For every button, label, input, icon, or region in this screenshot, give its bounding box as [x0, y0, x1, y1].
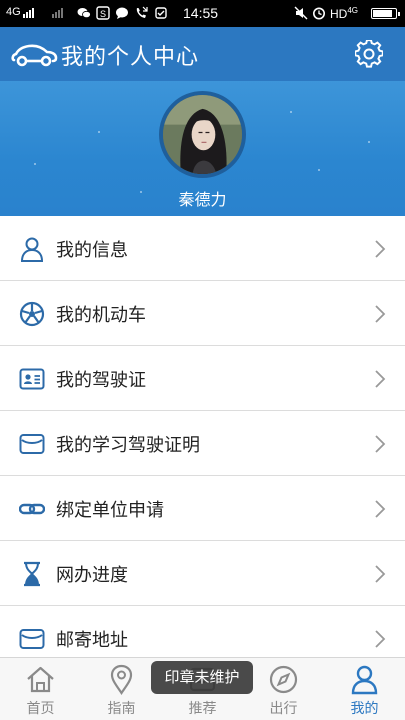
decor-star [318, 169, 320, 171]
notification-icon [155, 7, 167, 19]
car-logo-icon [11, 44, 58, 67]
message-icon [116, 7, 128, 19]
hourglass-icon [24, 561, 40, 587]
battery-fill [373, 10, 392, 17]
nav-item-mine[interactable]: 我的 [324, 658, 405, 720]
location-pin-icon [110, 664, 133, 695]
menu-item-label: 我的机动车 [56, 305, 146, 326]
hd-4g-label: 4G [347, 6, 359, 15]
nav-item-travel[interactable]: 出行 [243, 658, 324, 720]
user-icon [351, 665, 378, 695]
menu-item-label: 我的驾驶证 [56, 370, 146, 391]
envelope-icon [19, 434, 45, 454]
id-card-icon [19, 368, 45, 390]
chevron-right-icon [375, 565, 386, 583]
menu-item-label: 邮寄地址 [56, 630, 128, 651]
status-bar: 4G S 14:55 HD4G [0, 0, 405, 27]
chevron-right-icon [375, 630, 386, 648]
compass-icon [269, 665, 298, 694]
chevron-right-icon [375, 435, 386, 453]
home-icon [27, 666, 54, 693]
profile-banner: 秦德力 [0, 81, 405, 216]
decor-star [98, 131, 100, 133]
link-icon [19, 503, 45, 515]
nav-label: 指南 [107, 701, 136, 717]
signal-icon [23, 8, 34, 18]
nav-label: 推荐 [188, 701, 217, 717]
user-icon [20, 237, 44, 262]
menu-item-progress[interactable]: 网办进度 [0, 541, 405, 606]
menu-item-label: 我的信息 [56, 240, 128, 261]
alarm-icon [313, 7, 325, 20]
username: 秦德力 [178, 190, 227, 209]
menu-item-my-info[interactable]: 我的信息 [0, 216, 405, 281]
toast-message: 印章未维护 [151, 661, 253, 694]
decor-star [34, 163, 36, 165]
menu-item-label: 网办进度 [56, 565, 128, 586]
s-app-icon: S [96, 6, 110, 20]
chevron-right-icon [375, 240, 386, 258]
menu-item-label: 我的学习驾驶证明 [56, 435, 200, 456]
wechat-icon [77, 8, 91, 19]
nav-label: 首页 [26, 701, 55, 717]
status-time: 14:55 [183, 5, 219, 21]
gear-icon[interactable] [355, 40, 383, 68]
page-title: 我的个人中心 [61, 45, 200, 70]
menu-item-label: 绑定单位申请 [56, 500, 164, 521]
envelope-icon [19, 629, 45, 649]
hd-label: HD [330, 7, 348, 21]
battery-icon [371, 8, 400, 19]
chevron-right-icon [375, 370, 386, 388]
chevron-right-icon [375, 500, 386, 518]
nav-item-guide[interactable]: 指南 [81, 658, 162, 720]
network-hd-label: HD4G [330, 6, 358, 21]
menu-list: 我的信息 我的机动车 我的驾驶证 我的学习驾驶证明 绑定单位申请 网办进度 邮寄… [0, 216, 405, 671]
missed-call-icon [136, 6, 148, 18]
app-header: 我的个人中心 [0, 27, 405, 81]
nav-item-home[interactable]: 首页 [0, 658, 81, 720]
chevron-right-icon [375, 305, 386, 323]
steering-wheel-icon [19, 301, 45, 327]
nav-label: 出行 [269, 701, 298, 717]
network-type-label: 4G [6, 6, 21, 18]
menu-item-my-license[interactable]: 我的驾驶证 [0, 346, 405, 411]
user-avatar[interactable] [159, 91, 246, 178]
menu-item-learning-permit[interactable]: 我的学习驾驶证明 [0, 411, 405, 476]
decor-star [368, 141, 370, 143]
signal-icon [52, 8, 63, 18]
avatar-image [163, 95, 242, 174]
nav-label: 我的 [350, 701, 379, 717]
menu-item-my-vehicle[interactable]: 我的机动车 [0, 281, 405, 346]
menu-item-bind-organization[interactable]: 绑定单位申请 [0, 476, 405, 541]
svg-text:S: S [100, 9, 106, 19]
mute-icon [294, 6, 308, 20]
decor-star [290, 111, 292, 113]
